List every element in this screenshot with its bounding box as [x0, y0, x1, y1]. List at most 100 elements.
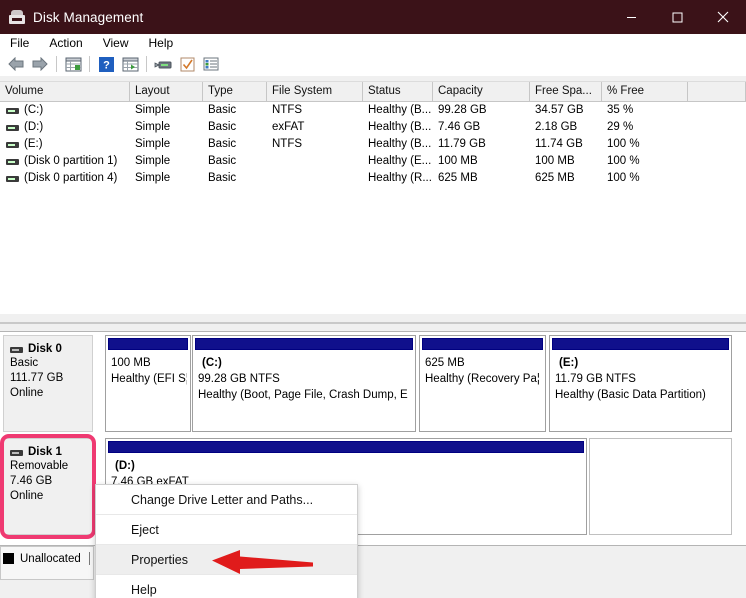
menu-item-help[interactable]: Help	[147, 34, 184, 52]
cell-status: Healthy (B...	[368, 104, 432, 116]
partition-size-filesystem: 625 MB	[425, 357, 465, 369]
partition-block[interactable]: (E:) 11.79 GB NTFS Healthy (Basic Data Par…	[549, 335, 732, 432]
disk-context-menu: Change Drive Letter and Paths... Eject Pro…	[95, 484, 358, 598]
column-header-free-spa[interactable]: Free Spa...	[530, 82, 602, 101]
disk-management-window: Disk Management File Action View Help ? …	[0, 0, 746, 598]
help-icon[interactable]: ?	[95, 53, 117, 75]
window-title: Disk Management	[33, 9, 144, 25]
cell-percent-free: 100 %	[607, 138, 640, 150]
cell-free-space: 100 MB	[535, 155, 575, 167]
empty-disk-region	[589, 438, 732, 535]
partition-color-bar	[422, 338, 543, 350]
cell-status: Healthy (B...	[368, 138, 432, 150]
partition-text: 100 MB Healthy (EFI S¦	[111, 355, 187, 387]
disk-name: Disk 0	[10, 342, 92, 356]
cell-layout: Simple	[135, 104, 171, 116]
partition-status: Healthy (Recovery Pa¦	[425, 373, 540, 385]
cell-capacity: 100 MB	[438, 155, 478, 167]
pane-splitter[interactable]	[0, 313, 746, 332]
partition-block[interactable]: 100 MB Healthy (EFI S¦	[105, 335, 191, 432]
window-controls	[608, 0, 746, 34]
disk-glyph-icon	[10, 347, 23, 353]
context-menu-item-help[interactable]: Help	[96, 575, 357, 598]
forward-icon[interactable]	[29, 53, 51, 75]
cell-type: Basic	[208, 121, 237, 133]
volume-row[interactable]: (Disk 0 partition 1) Simple Basic Healthy (…	[0, 153, 746, 170]
toolbar: ?	[0, 52, 746, 76]
check-icon[interactable]	[176, 53, 198, 75]
partition-color-bar	[552, 338, 729, 350]
disk-name-text: Disk 1	[28, 446, 62, 458]
cell-layout: Simple	[135, 121, 171, 133]
column-header-type[interactable]: Type	[203, 82, 267, 101]
partition-name: (C:)	[202, 357, 222, 369]
disk-state: Online	[10, 387, 44, 399]
cell-file-system	[267, 170, 363, 187]
cell-percent-free: 100 %	[607, 155, 640, 167]
partition-color-bar	[195, 338, 413, 350]
column-header-capacity[interactable]: Capacity	[433, 82, 530, 101]
menu-item-action[interactable]: Action	[47, 34, 92, 52]
disk-label-panel[interactable]: Disk 0 Basic 111.77 GB Online	[3, 335, 93, 432]
cell-free-space: 2.18 GB	[535, 121, 578, 133]
volume-row[interactable]: (C:) Simple Basic NTFS Healthy (B... 99.28 GB…	[0, 102, 746, 119]
column-header-blank[interactable]	[688, 82, 746, 101]
partition-status: Healthy (Basic Data Partition)	[555, 389, 706, 401]
unallocated-swatch-icon	[3, 553, 14, 564]
volume-row[interactable]: (E:) Simple Basic NTFS Healthy (B... 11.79 GB…	[0, 136, 746, 153]
context-menu-item-properties[interactable]: Properties	[96, 545, 357, 575]
cell-capacity: 11.79 GB	[438, 138, 486, 150]
menu-item-view[interactable]: View	[101, 34, 139, 52]
context-menu-item-change-drive-letter-and-paths[interactable]: Change Drive Letter and Paths...	[96, 485, 357, 515]
context-menu-item-eject[interactable]: Eject	[96, 515, 357, 545]
legend-label-unallocated: Unallocated	[20, 552, 81, 565]
cell-free-space: 11.74 GB	[535, 138, 583, 150]
column-header-status[interactable]: Status	[363, 82, 433, 101]
disk-label-panel[interactable]: Disk 1 Removable 7.46 GB Online	[3, 438, 93, 535]
cell-volume: (E:)	[24, 138, 43, 150]
cell-file-system: NTFS	[272, 104, 303, 116]
rescan-disks-icon[interactable]	[152, 53, 174, 75]
cell-percent-free: 35 %	[607, 104, 634, 116]
disk-type: Removable	[10, 460, 69, 472]
cell-free-space: 625 MB	[535, 172, 575, 184]
disk-management-icon	[9, 10, 25, 24]
menu-item-file[interactable]: File	[8, 34, 39, 52]
cell-status: Healthy (B...	[368, 121, 432, 133]
column-header-layout[interactable]: Layout	[130, 82, 203, 101]
volume-list-rows: (C:) Simple Basic NTFS Healthy (B... 99.28 GB…	[0, 102, 746, 187]
cell-free-space: 34.57 GB	[535, 104, 584, 116]
cell-file-system: NTFS	[272, 138, 303, 150]
column-header-file-system[interactable]: File System	[267, 82, 363, 101]
partition-name: (E:)	[559, 357, 579, 369]
properties-window-icon[interactable]	[119, 53, 141, 75]
cell-percent-free: 100 %	[607, 172, 640, 184]
title-bar: Disk Management	[0, 0, 746, 34]
cell-type: Basic	[208, 138, 237, 150]
partition-size-filesystem: 11.79 GB NTFS	[555, 373, 636, 385]
partition-block[interactable]: 625 MB Healthy (Recovery Pa¦	[419, 335, 546, 432]
partition-text: 625 MB Healthy (Recovery Pa¦	[425, 355, 542, 387]
column-header-free[interactable]: % Free	[602, 82, 688, 101]
disk-glyph-icon	[10, 450, 23, 456]
cell-capacity: 625 MB	[438, 172, 478, 184]
cell-volume: (C:)	[24, 104, 44, 116]
volume-row[interactable]: (D:) Simple Basic exFAT Healthy (B... 7.46 GB…	[0, 119, 746, 136]
volume-list-header: Volume Layout Type File System Status Capacit…	[0, 82, 746, 102]
legend-item-unallocated: Unallocated	[3, 550, 90, 567]
maximize-button[interactable]	[654, 0, 700, 34]
partition-text: (C:) 99.28 GB NTFS Healthy (Boot, Page Fil…	[198, 355, 412, 403]
list-view-icon[interactable]	[200, 53, 222, 75]
cell-status: Healthy (E...	[368, 155, 432, 167]
cell-type: Basic	[208, 104, 237, 116]
partition-block[interactable]: (C:) 99.28 GB NTFS Healthy (Boot, Page Fil…	[192, 335, 416, 432]
minimize-button[interactable]	[608, 0, 654, 34]
volume-row[interactable]: (Disk 0 partition 4) Simple Basic Healthy (…	[0, 170, 746, 187]
back-icon[interactable]	[5, 53, 27, 75]
partition-color-bar	[108, 338, 188, 350]
disk-state: Online	[10, 490, 44, 502]
show-hide-console-tree-icon[interactable]	[62, 53, 84, 75]
close-button[interactable]	[700, 0, 746, 34]
cell-capacity: 99.28 GB	[438, 104, 487, 116]
column-header-volume[interactable]: Volume	[0, 82, 130, 101]
